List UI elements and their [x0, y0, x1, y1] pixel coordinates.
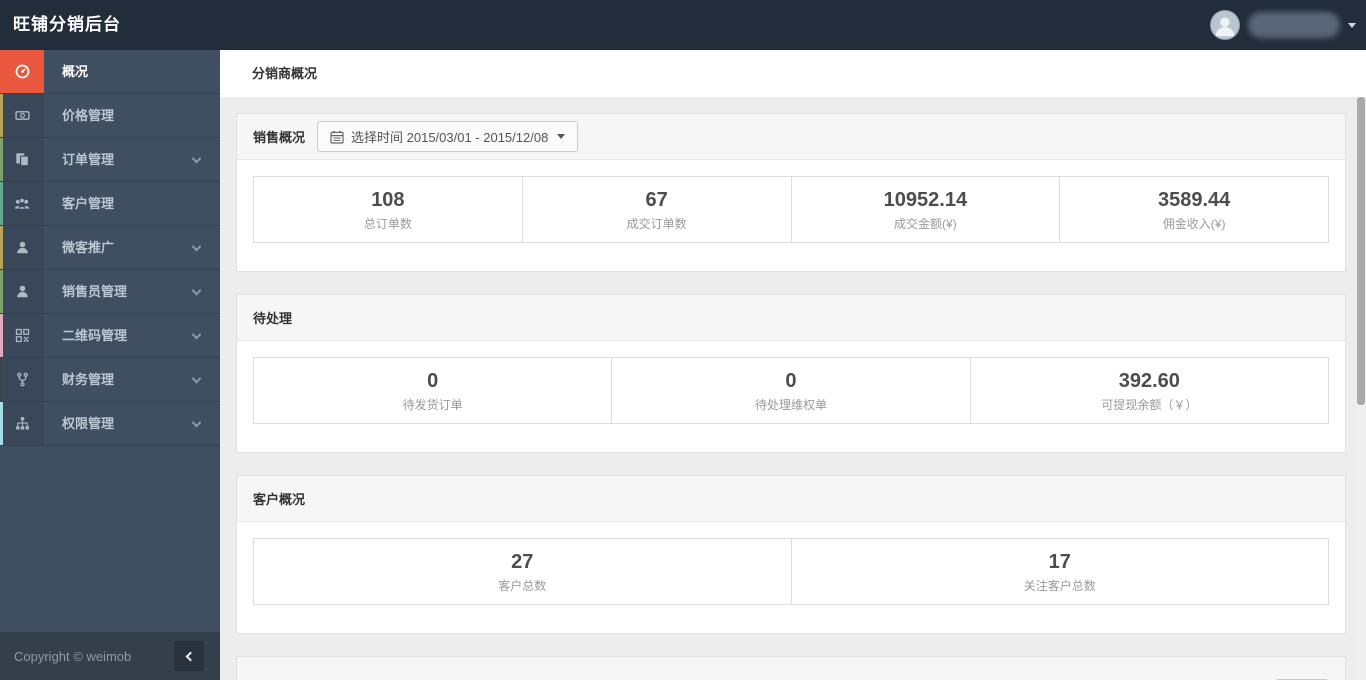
chevron-down-icon — [191, 329, 202, 340]
avatar — [1210, 10, 1240, 40]
date-range-button[interactable]: 选择时间 2015/03/01 - 2015/12/08 — [317, 121, 579, 152]
panel-title: 销售概况 — [253, 130, 306, 145]
sidebar: 概况 价格管理 订单管理 客户管理 微客推广 销售员管理 二维码管理 财务管理 … — [0, 50, 220, 680]
sidebar-item-overview[interactable]: 概况 — [0, 50, 220, 94]
dashboard-icon — [15, 64, 29, 79]
sidebar-item-label: 价格管理 — [62, 108, 115, 123]
sidebar-item-label: 概况 — [62, 64, 89, 79]
stat-withdrawable-balance: 392.60 可提现余额（￥） — [969, 357, 1329, 424]
accent-strip — [0, 270, 3, 313]
sidebar-item-salesperson-management[interactable]: 销售员管理 — [0, 270, 220, 314]
app-logo: 旺铺分销后台 — [13, 15, 121, 34]
sitemap-icon — [15, 417, 29, 430]
stat-total-orders: 108 总订单数 — [253, 176, 523, 243]
chevron-left-icon — [185, 651, 196, 661]
stat-label: 成交订单数 — [626, 216, 687, 231]
panel-customer-overview: 客户概况 27 客户总数 17 关注客户总数 — [236, 475, 1346, 634]
sidebar-item-customer-management[interactable]: 客户管理 — [0, 182, 220, 226]
stat-pending-shipments: 0 待发货订单 — [253, 357, 613, 424]
stat-transaction-amount: 10952.14 成交金额(¥) — [790, 176, 1061, 243]
panel-update-notices: 更新通知 更多 — [236, 656, 1346, 680]
sidebar-item-label: 微客推广 — [62, 240, 115, 255]
stat-commission-income: 3589.44 佣金收入(¥) — [1059, 176, 1329, 243]
panel-title: 客户概况 — [253, 492, 306, 507]
page-title: 分销商概况 — [220, 50, 1366, 97]
chevron-down-icon — [191, 285, 202, 296]
chevron-down-icon — [191, 241, 202, 252]
accent-strip — [0, 314, 3, 357]
accent-strip — [0, 402, 3, 445]
banknote-icon — [14, 111, 30, 120]
sidebar-item-finance-management[interactable]: 财务管理 — [0, 358, 220, 402]
stat-value: 0 — [427, 369, 439, 392]
stat-label: 待处理维权单 — [754, 397, 827, 412]
stat-value: 3589.44 — [1157, 188, 1231, 211]
stat-total-customers: 27 客户总数 — [253, 538, 792, 605]
stat-value: 108 — [371, 188, 405, 211]
sidebar-item-label: 客户管理 — [62, 196, 115, 211]
users-icon — [14, 197, 30, 210]
user-menu[interactable] — [1210, 0, 1356, 50]
panel-pending: 待处理 0 待发货订单 0 待处理维权单 392.60 可提现余额（￥） — [236, 294, 1346, 453]
sidebar-item-label: 权限管理 — [62, 416, 115, 431]
sidebar-item-label: 销售员管理 — [62, 284, 128, 299]
stat-value: 0 — [785, 369, 797, 392]
sidebar-item-order-management[interactable]: 订单管理 — [0, 138, 220, 182]
person-icon — [1211, 11, 1239, 39]
stat-value: 392.60 — [1118, 369, 1180, 392]
stat-value: 27 — [511, 550, 534, 573]
chevron-down-icon — [191, 373, 202, 384]
sidebar-footer: Copyright © weimob — [0, 632, 220, 680]
date-range-label: 选择时间 2015/03/01 - 2015/12/08 — [351, 130, 549, 145]
sidebar-item-label: 二维码管理 — [62, 328, 128, 343]
fork-icon — [16, 372, 28, 387]
panel-sales-overview: 销售概况 选择时间 2015/03/01 - 2015/12/08 108 总订… — [236, 113, 1346, 272]
stat-label: 佣金收入(¥) — [1162, 216, 1226, 231]
main-area: 分销商概况 销售概况 选择时间 2015/03/01 - 2015/12/08 — [220, 50, 1366, 680]
accent-strip — [0, 182, 3, 225]
top-bar: 旺铺分销后台 — [0, 0, 1366, 50]
user-icon — [16, 285, 28, 298]
stat-label: 客户总数 — [498, 578, 547, 593]
stat-label: 总订单数 — [363, 216, 412, 231]
sidebar-item-permission-management[interactable]: 权限管理 — [0, 402, 220, 446]
user-icon — [16, 241, 28, 254]
chevron-down-icon — [191, 417, 202, 428]
scrollbar-track[interactable] — [1356, 97, 1366, 680]
sidebar-item-label: 财务管理 — [62, 372, 115, 387]
stat-label: 关注客户总数 — [1023, 578, 1096, 593]
sidebar-item-qrcode-management[interactable]: 二维码管理 — [0, 314, 220, 358]
calendar-icon — [330, 130, 344, 144]
qrcode-icon — [15, 328, 29, 343]
stat-value: 67 — [645, 188, 668, 211]
sidebar-item-weike-promotion[interactable]: 微客推广 — [0, 226, 220, 270]
accent-strip — [0, 138, 3, 181]
stat-pending-disputes: 0 待处理维权单 — [611, 357, 971, 424]
copyright-text: Copyright © weimob — [14, 648, 132, 664]
chevron-down-icon — [191, 153, 202, 164]
sidebar-item-price-management[interactable]: 价格管理 — [0, 94, 220, 138]
stat-following-customers: 17 关注客户总数 — [790, 538, 1329, 605]
sidebar-item-label: 订单管理 — [62, 152, 115, 167]
stat-value: 10952.14 — [883, 188, 968, 211]
stat-label: 待发货订单 — [402, 397, 463, 412]
accent-strip — [0, 94, 3, 137]
stat-label: 可提现余额（￥） — [1101, 397, 1198, 412]
chevron-down-icon — [557, 134, 566, 139]
stat-value: 17 — [1048, 550, 1071, 573]
accent-strip — [0, 358, 3, 401]
user-name-redacted — [1248, 12, 1340, 38]
content: 销售概况 选择时间 2015/03/01 - 2015/12/08 108 总订… — [220, 97, 1366, 680]
accent-strip — [0, 226, 3, 269]
stat-label: 成交金额(¥) — [894, 216, 957, 231]
scrollbar-thumb[interactable] — [1357, 97, 1365, 405]
panel-title: 待处理 — [253, 311, 293, 326]
copy-icon — [15, 153, 29, 167]
sidebar-collapse-button[interactable] — [174, 641, 204, 671]
stat-completed-orders: 67 成交订单数 — [521, 176, 792, 243]
chevron-down-icon — [1348, 22, 1356, 28]
